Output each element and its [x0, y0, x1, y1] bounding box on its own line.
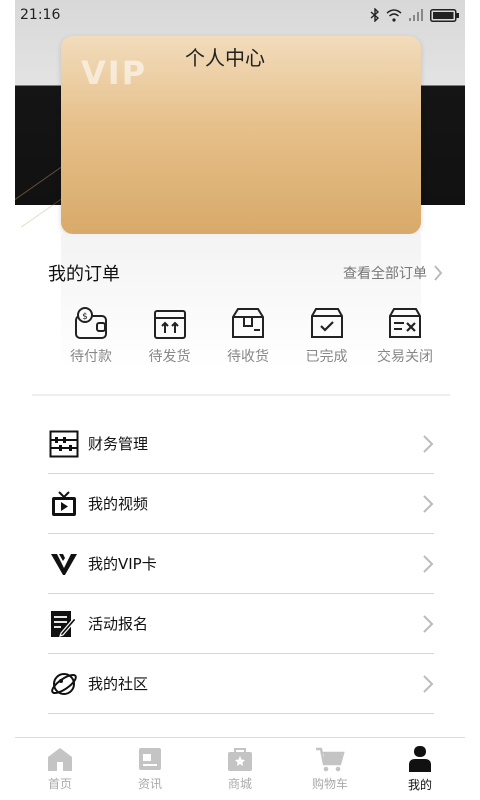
tab-label: 首页 — [47, 777, 72, 791]
page-title: 个人中心 — [185, 46, 265, 70]
tab-label: 资讯 — [137, 777, 162, 791]
vip-logo-icon — [48, 548, 80, 580]
chevron-right-icon — [423, 434, 434, 453]
tab-home[interactable]: 首页 — [15, 738, 105, 800]
orders-header: 我的订单 查看全部订单 — [48, 260, 443, 286]
menu-item-community[interactable]: 我的社区 — [48, 654, 434, 714]
order-status-completed[interactable]: 已完成 — [289, 306, 365, 366]
chevron-right-icon — [423, 494, 434, 513]
menu-item-vip-card[interactable]: 我的VIP卡 — [48, 534, 434, 594]
home-icon — [48, 748, 72, 771]
chevron-right-icon — [434, 265, 443, 281]
battery-icon — [430, 8, 459, 22]
bottom-tab-bar: 首页 资讯 商城 购物车 我的 — [15, 737, 465, 800]
tab-profile[interactable]: 我的 — [375, 738, 465, 800]
package-icon — [232, 308, 264, 338]
feature-menu: 财务管理 我的视频 我的VIP卡 活动报名 我的社区 — [48, 414, 434, 714]
menu-item-finance[interactable]: 财务管理 — [48, 414, 434, 474]
view-all-orders-label: 查看全部订单 — [343, 266, 427, 282]
menu-item-label: 我的视频 — [88, 495, 149, 513]
order-status-closed[interactable]: 交易关闭 — [367, 306, 443, 366]
wifi-icon — [386, 8, 402, 22]
menu-item-label: 财务管理 — [88, 435, 149, 453]
chevron-right-icon — [423, 674, 434, 693]
status-icons — [370, 8, 460, 22]
news-icon — [139, 748, 161, 770]
view-all-orders-link[interactable]: 查看全部订单 — [343, 263, 443, 283]
status-bar: 21:16 — [15, 0, 465, 30]
menu-item-event-signup[interactable]: 活动报名 — [48, 594, 434, 654]
box-arrows-icon — [153, 310, 186, 339]
menu-item-label: 活动报名 — [88, 615, 149, 633]
order-status-pending-payment[interactable]: $ 待付款 — [53, 306, 129, 366]
order-status-to-ship[interactable]: 待发货 — [132, 306, 208, 366]
tab-label: 我的 — [407, 778, 432, 792]
wallet-icon: $ — [75, 307, 107, 339]
planet-icon — [48, 668, 80, 700]
shop-icon — [228, 748, 252, 771]
order-status-label: 交易关闭 — [377, 349, 433, 365]
order-status-list: $ 待付款 待发货 待收货 已完成 交易关闭 — [53, 306, 443, 366]
svg-text:$: $ — [82, 312, 88, 322]
tv-icon — [48, 488, 80, 520]
profile-page: 21:16 VIP 我的订单 查看全部订单 $ 待付款 待发货 待收货 已完成 … — [15, 0, 465, 800]
order-status-label: 待发货 — [148, 349, 191, 365]
section-divider — [32, 394, 450, 396]
order-status-label: 待收货 — [227, 349, 269, 365]
menu-item-label: 我的社区 — [88, 675, 149, 693]
menu-item-label: 我的VIP卡 — [88, 555, 157, 573]
order-status-label: 待付款 — [70, 349, 112, 365]
tab-news[interactable]: 资讯 — [105, 738, 195, 800]
chevron-right-icon — [423, 614, 434, 633]
tab-shop[interactable]: 商城 — [195, 738, 285, 800]
box-check-icon — [310, 308, 343, 338]
abacus-icon — [48, 428, 80, 460]
cart-icon — [316, 747, 345, 772]
signup-pen-icon — [48, 608, 80, 640]
menu-item-videos[interactable]: 我的视频 — [48, 474, 434, 534]
bluetooth-icon — [370, 8, 380, 22]
signal-icon — [409, 8, 423, 21]
tab-label: 商城 — [227, 777, 252, 791]
profile-icon — [409, 746, 431, 772]
order-status-label: 已完成 — [305, 349, 348, 365]
order-status-to-receive[interactable]: 待收货 — [210, 306, 286, 366]
tab-cart[interactable]: 购物车 — [285, 738, 375, 800]
status-time: 21:16 — [20, 7, 61, 23]
tab-label: 购物车 — [311, 777, 348, 791]
chevron-right-icon — [423, 554, 434, 573]
box-x-icon — [389, 308, 421, 338]
orders-title: 我的订单 — [48, 264, 120, 285]
